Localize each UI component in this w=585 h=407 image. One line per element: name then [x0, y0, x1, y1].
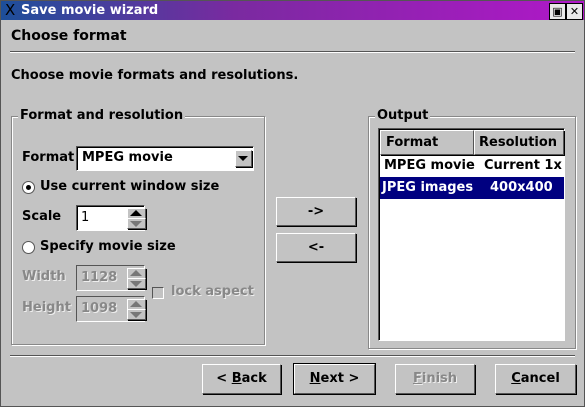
- row-resolution: Current 1x: [484, 158, 562, 173]
- width-value: 1128: [81, 270, 118, 285]
- height-spinbox[interactable]: 1098: [76, 296, 146, 322]
- wizard-window: X Save movie wizard ▣ ✕ Choose format Ch…: [0, 0, 585, 407]
- table-row[interactable]: MPEG movie Current 1x: [380, 155, 564, 177]
- column-label: Format: [386, 135, 439, 150]
- use-current-label[interactable]: Use current window size: [40, 179, 219, 194]
- maximize-icon[interactable]: ▣: [549, 3, 566, 20]
- specify-size-radio[interactable]: [22, 241, 35, 254]
- row-resolution: 400x400: [490, 180, 553, 195]
- table-row-selected[interactable]: JPEG images 400x400: [380, 177, 564, 199]
- column-header-resolution[interactable]: Resolution: [474, 130, 564, 155]
- close-icon[interactable]: ✕: [566, 3, 583, 20]
- row-format: MPEG movie: [384, 158, 475, 173]
- lock-aspect-label[interactable]: lock aspect: [171, 284, 254, 299]
- format-label: Format: [22, 150, 75, 165]
- format-dropdown[interactable]: MPEG movie: [76, 146, 254, 171]
- back-button[interactable]: < Back: [202, 364, 281, 394]
- width-label: Width: [22, 269, 66, 284]
- specify-size-label[interactable]: Specify movie size: [40, 239, 176, 254]
- format-group-title: Format and resolution: [18, 108, 186, 123]
- cancel-button[interactable]: Cancel: [495, 364, 576, 394]
- next-button[interactable]: Next >: [293, 363, 376, 395]
- width-spinbox[interactable]: 1128: [76, 265, 146, 291]
- divider: [10, 51, 575, 53]
- spin-down-button[interactable]: [127, 278, 146, 289]
- add-output-button[interactable]: ->: [276, 197, 356, 226]
- remove-output-button[interactable]: <-: [276, 233, 356, 262]
- output-table[interactable]: Format Resolution MPEG movie Current 1x …: [378, 128, 565, 341]
- row-format: JPEG images: [382, 180, 474, 195]
- scale-value[interactable]: 1: [81, 210, 89, 225]
- output-group-title: Output: [375, 108, 431, 123]
- x-logo-icon: X: [5, 1, 16, 19]
- spin-down-button[interactable]: [127, 309, 146, 320]
- use-current-radio[interactable]: [22, 181, 35, 194]
- description: Choose movie formats and resolutions.: [11, 68, 299, 83]
- divider: [10, 355, 575, 357]
- lock-aspect-checkbox[interactable]: [152, 287, 164, 299]
- format-value: MPEG movie: [82, 150, 173, 165]
- column-label: Resolution: [479, 135, 558, 150]
- scale-label: Scale: [22, 209, 62, 224]
- window-title: Save movie wizard: [21, 3, 159, 18]
- finish-button: Finish: [395, 364, 475, 394]
- column-header-format[interactable]: Format: [380, 130, 474, 155]
- spin-down-button[interactable]: [127, 218, 146, 229]
- page-title: Choose format: [11, 28, 127, 44]
- height-value: 1098: [81, 301, 118, 316]
- title-bar[interactable]: X Save movie wizard ▣ ✕: [1, 1, 584, 20]
- chevron-down-icon[interactable]: [235, 150, 252, 167]
- scale-spinbox[interactable]: 1: [76, 205, 146, 231]
- height-label: Height: [22, 300, 71, 315]
